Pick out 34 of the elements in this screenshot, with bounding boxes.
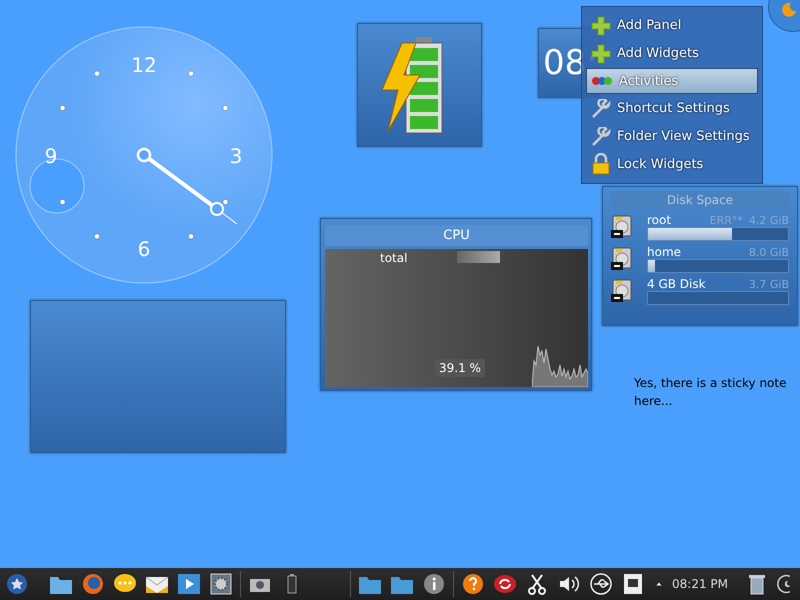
lock-icon bbox=[591, 153, 611, 176]
menu-item[interactable]: Lock Widgets bbox=[586, 151, 758, 178]
disk-name: root bbox=[647, 213, 672, 227]
help-icon[interactable] bbox=[460, 572, 486, 596]
usb-icon[interactable] bbox=[588, 572, 614, 596]
sticky-note-text: Yes, there is a sticky note here... bbox=[634, 375, 788, 410]
menu-item[interactable]: Folder View Settings bbox=[586, 124, 758, 150]
hard-drive-icon bbox=[611, 279, 633, 303]
taskbar-clock[interactable]: 08:21 PM bbox=[672, 577, 728, 591]
widget-title: CPU bbox=[325, 225, 588, 246]
sync-icon[interactable] bbox=[492, 572, 518, 596]
cpu-bar bbox=[457, 251, 500, 263]
hard-drive-icon bbox=[611, 215, 633, 239]
disk-size: 4.2 GiB bbox=[748, 214, 789, 226]
cpu-label: total bbox=[380, 251, 408, 265]
activities-icon bbox=[591, 75, 613, 88]
disk-size: 3.7 GiB bbox=[748, 278, 789, 290]
plus-icon bbox=[591, 16, 611, 36]
disk-name: 4 GB Disk bbox=[647, 277, 707, 291]
disk-size: 8.0 GiB bbox=[748, 246, 789, 258]
hard-drive-icon bbox=[611, 247, 633, 271]
play-icon[interactable] bbox=[176, 572, 202, 596]
cashew-icon bbox=[781, 1, 797, 17]
menu-item[interactable]: Shortcut Settings bbox=[586, 96, 758, 122]
info-icon[interactable] bbox=[421, 572, 447, 596]
widget-title: Disk Space bbox=[611, 191, 789, 209]
wrench-icon bbox=[591, 98, 611, 119]
settings-icon[interactable] bbox=[208, 572, 234, 596]
cpu-reading: 39.1 % bbox=[435, 359, 485, 377]
wrench-icon bbox=[591, 126, 611, 147]
disk-name: home bbox=[647, 245, 682, 259]
browser-icon[interactable] bbox=[80, 572, 106, 596]
start-menu-icon[interactable] bbox=[4, 572, 30, 596]
disk-status: ERR°* bbox=[710, 214, 743, 226]
